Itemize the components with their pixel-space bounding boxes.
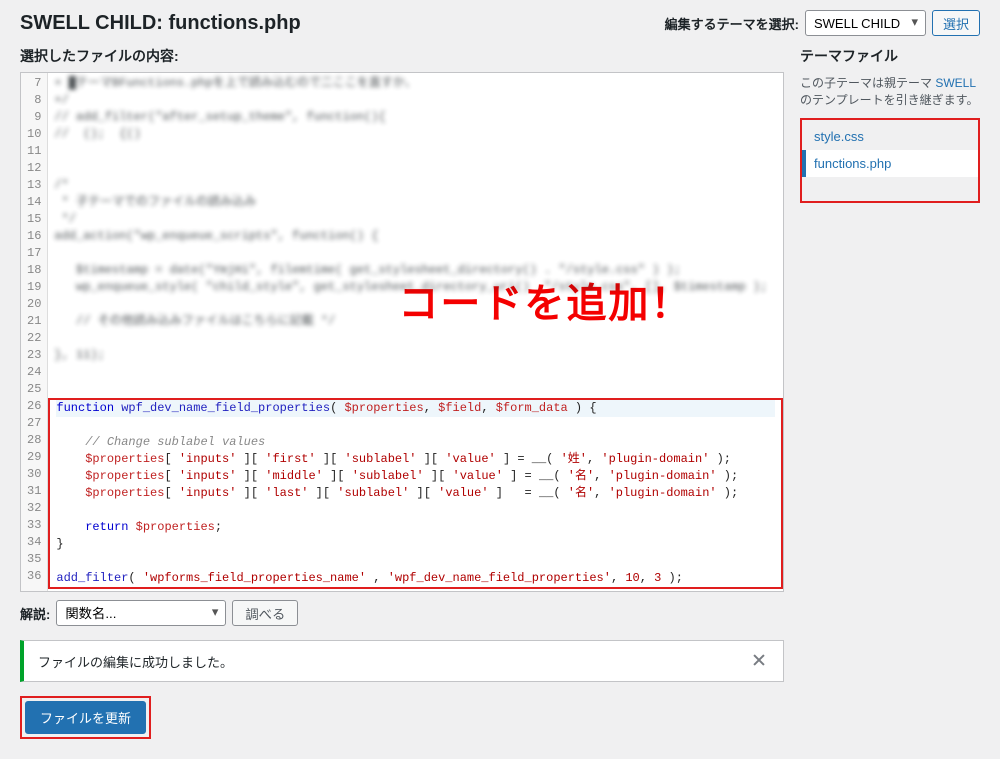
- doc-label: 解説:: [20, 604, 50, 623]
- file-item-functions-php[interactable]: functions.php: [802, 150, 978, 177]
- code-area[interactable]: 7891011121314151617181920212223242526272…: [21, 73, 783, 591]
- theme-select-dropdown[interactable]: SWELL CHILD: [805, 10, 926, 36]
- close-icon[interactable]: [749, 651, 769, 671]
- code-line[interactable]: $properties[ 'inputs' ][ 'first' ][ 'sub…: [56, 451, 775, 468]
- theme-selector: 編集するテーマを選択: SWELL CHILD 選択: [665, 10, 980, 36]
- code-line[interactable]: // Change sublabel values: [56, 434, 775, 451]
- update-file-button[interactable]: ファイルを更新: [25, 701, 146, 734]
- code-line-blurred: // その他読み込みファイルはこちらに記載 */: [54, 313, 777, 330]
- function-name-select[interactable]: 関数名...: [56, 600, 226, 626]
- code-line[interactable]: $properties[ 'inputs' ][ 'middle' ][ 'su…: [56, 468, 775, 485]
- code-line-blurred: // (); {(): [54, 126, 777, 143]
- code-line[interactable]: [56, 553, 775, 570]
- code-line-blurred: +/: [54, 92, 777, 109]
- notice-text: ファイルの編集に成功しました。: [38, 652, 233, 671]
- page-title: SWELL CHILD: functions.php: [20, 12, 301, 35]
- code-line-blurred: $timestamp = date("YmjHi", filemtime( ge…: [54, 262, 777, 279]
- code-line-blurred: */: [54, 211, 777, 228]
- code-line[interactable]: }: [56, 536, 775, 553]
- code-line-blurred: [54, 143, 777, 160]
- sidebar-heading: テーマファイル: [800, 46, 980, 66]
- selected-file-label: 選択したファイルの内容:: [20, 46, 784, 66]
- file-item-style-css[interactable]: style.css: [802, 123, 978, 150]
- theme-description: この子テーマは親テーマ SWELL のテンプレートを引き継ぎます。: [800, 74, 980, 108]
- code-lines[interactable]: コードを追加！ + █テーマBFunctions.phpを上で読み込むので二ここ…: [48, 73, 783, 591]
- code-line-blurred: [54, 160, 777, 177]
- main-content: 選択したファイルの内容: 789101112131415161718192021…: [20, 46, 980, 739]
- theme-file-list: style.cssfunctions.php: [800, 118, 980, 203]
- code-line[interactable]: $properties[ 'inputs' ][ 'last' ][ 'subl…: [56, 485, 775, 502]
- sidebar-column: テーマファイル この子テーマは親テーマ SWELL のテンプレートを引き継ぎます…: [800, 46, 980, 739]
- code-editor[interactable]: 7891011121314151617181920212223242526272…: [20, 72, 784, 592]
- code-line-blurred: }, 11);: [54, 347, 777, 364]
- parent-theme-link[interactable]: SWELL: [935, 76, 975, 90]
- line-numbers: 7891011121314151617181920212223242526272…: [21, 73, 48, 591]
- lookup-button[interactable]: 調べる: [232, 600, 298, 626]
- code-line-blurred: // add_filter("after_setup_theme", funct…: [54, 109, 777, 126]
- editor-column: 選択したファイルの内容: 789101112131415161718192021…: [20, 46, 784, 739]
- code-line-blurred: [54, 245, 777, 262]
- code-line-blurred: [54, 330, 777, 347]
- code-line-blurred: [54, 364, 777, 381]
- theme-select-label: 編集するテーマを選択:: [665, 14, 799, 33]
- header: SWELL CHILD: functions.php 編集するテーマを選択: S…: [20, 10, 980, 36]
- submit-highlight: ファイルを更新: [20, 696, 151, 739]
- added-code-block: function wpf_dev_name_field_properties( …: [48, 398, 783, 589]
- code-line-blurred: + █テーマBFunctions.phpを上で読み込むので二ここを直すか、: [54, 75, 777, 92]
- code-line-blurred: [54, 296, 777, 313]
- page-root: SWELL CHILD: functions.php 編集するテーマを選択: S…: [0, 0, 1000, 759]
- code-line[interactable]: return $properties;: [56, 519, 775, 536]
- success-notice: ファイルの編集に成功しました。: [20, 640, 784, 682]
- code-line-blurred: add_action("wp_enqueue_scripts", functio…: [54, 228, 777, 245]
- code-line-blurred: * 子テーマでのファイルの読み込み: [54, 194, 777, 211]
- code-line-blurred: wp_enqueue_style( "child_style", get_sty…: [54, 279, 777, 296]
- code-line[interactable]: [56, 417, 775, 434]
- theme-select-button[interactable]: 選択: [932, 10, 980, 36]
- code-line[interactable]: function wpf_dev_name_field_properties( …: [56, 400, 775, 417]
- code-line[interactable]: [56, 502, 775, 519]
- code-line-blurred: /*: [54, 177, 777, 194]
- code-line[interactable]: add_filter( 'wpforms_field_properties_na…: [56, 570, 775, 587]
- documentation-row: 解説: 関数名... 調べる: [20, 600, 784, 626]
